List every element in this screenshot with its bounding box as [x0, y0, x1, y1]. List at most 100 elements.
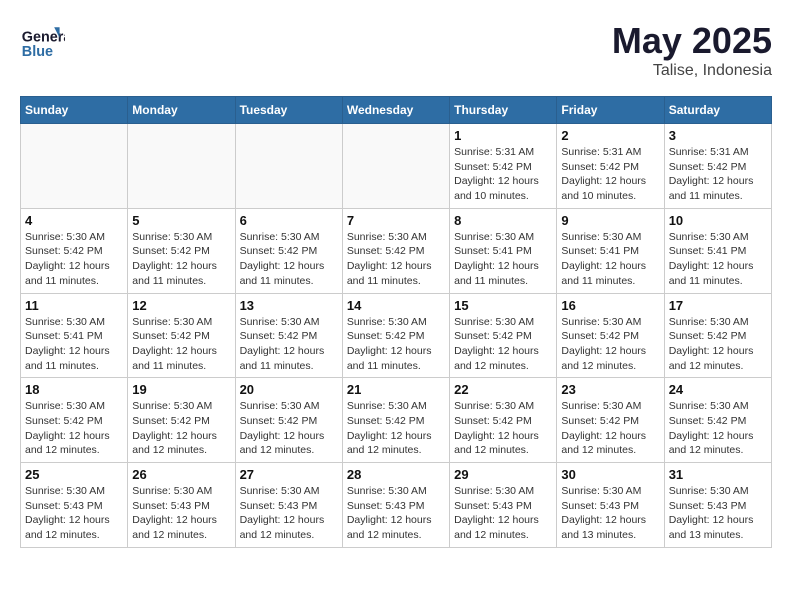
day-number: 5 [132, 213, 230, 228]
day-info: Sunrise: 5:30 AMSunset: 5:42 PMDaylight:… [347, 315, 445, 374]
day-number: 13 [240, 298, 338, 313]
day-info: Sunrise: 5:30 AMSunset: 5:41 PMDaylight:… [454, 230, 552, 289]
day-number: 11 [25, 298, 123, 313]
calendar-cell: 4 Sunrise: 5:30 AMSunset: 5:42 PMDaylight… [21, 208, 128, 293]
day-number: 18 [25, 382, 123, 397]
calendar-cell: 22 Sunrise: 5:30 AMSunset: 5:42 PMDayligh… [450, 378, 557, 463]
day-number: 27 [240, 467, 338, 482]
calendar-header-row: SundayMondayTuesdayWednesdayThursdayFrid… [21, 97, 772, 124]
day-number: 16 [561, 298, 659, 313]
day-info: Sunrise: 5:30 AMSunset: 5:41 PMDaylight:… [25, 315, 123, 374]
calendar-cell: 8Sunrise: 5:30 AMSunset: 5:41 PMDaylight… [450, 208, 557, 293]
day-number: 19 [132, 382, 230, 397]
day-info: Sunrise: 5:30 AMSunset: 5:43 PMDaylight:… [240, 484, 338, 543]
calendar-cell [342, 124, 449, 209]
calendar-week-row: 18 Sunrise: 5:30 AMSunset: 5:42 PMDayligh… [21, 378, 772, 463]
calendar-cell: 24 Sunrise: 5:30 AMSunset: 5:42 PMDayligh… [664, 378, 771, 463]
day-info: Sunrise: 5:30 AMSunset: 5:42 PMDaylight:… [347, 230, 445, 289]
svg-text:Blue: Blue [22, 44, 53, 60]
day-info: Sunrise: 5:30 AMSunset: 5:43 PMDaylight:… [132, 484, 230, 543]
day-number: 6 [240, 213, 338, 228]
calendar-cell: 31 Sunrise: 5:30 AMSunset: 5:43 PMDayligh… [664, 463, 771, 548]
calendar-cell: 3Sunrise: 5:31 AMSunset: 5:42 PMDaylight… [664, 124, 771, 209]
column-header-monday: Monday [128, 97, 235, 124]
calendar-cell: 6 Sunrise: 5:30 AMSunset: 5:42 PMDaylight… [235, 208, 342, 293]
calendar-cell: 11 Sunrise: 5:30 AMSunset: 5:41 PMDayligh… [21, 293, 128, 378]
calendar-week-row: 25Sunrise: 5:30 AMSunset: 5:43 PMDayligh… [21, 463, 772, 548]
calendar-cell: 9 Sunrise: 5:30 AMSunset: 5:41 PMDaylight… [557, 208, 664, 293]
calendar-cell: 23Sunrise: 5:30 AMSunset: 5:42 PMDayligh… [557, 378, 664, 463]
calendar-cell: 26 Sunrise: 5:30 AMSunset: 5:43 PMDayligh… [128, 463, 235, 548]
day-info: Sunrise: 5:30 AMSunset: 5:43 PMDaylight:… [347, 484, 445, 543]
calendar-cell: 2 Sunrise: 5:31 AMSunset: 5:42 PMDaylight… [557, 124, 664, 209]
calendar-cell: 10 Sunrise: 5:30 AMSunset: 5:41 PMDayligh… [664, 208, 771, 293]
day-info: Sunrise: 5:30 AMSunset: 5:42 PMDaylight:… [561, 315, 659, 374]
day-info: Sunrise: 5:30 AMSunset: 5:43 PMDaylight:… [669, 484, 767, 543]
calendar-cell [128, 124, 235, 209]
day-number: 15 [454, 298, 552, 313]
column-header-thursday: Thursday [450, 97, 557, 124]
day-info: Sunrise: 5:30 AMSunset: 5:43 PMDaylight:… [561, 484, 659, 543]
day-info: Sunrise: 5:30 AMSunset: 5:42 PMDaylight:… [240, 399, 338, 458]
column-header-friday: Friday [557, 97, 664, 124]
column-header-sunday: Sunday [21, 97, 128, 124]
page-header: General Blue May 2025 Talise, Indonesia [20, 20, 772, 80]
day-number: 22 [454, 382, 552, 397]
calendar-cell: 15 Sunrise: 5:30 AMSunset: 5:42 PMDayligh… [450, 293, 557, 378]
day-info: Sunrise: 5:30 AMSunset: 5:41 PMDaylight:… [561, 230, 659, 289]
day-info: Sunrise: 5:30 AMSunset: 5:42 PMDaylight:… [561, 399, 659, 458]
calendar-cell: 16 Sunrise: 5:30 AMSunset: 5:42 PMDayligh… [557, 293, 664, 378]
month-title: May 2025 [612, 20, 772, 62]
column-header-tuesday: Tuesday [235, 97, 342, 124]
calendar-cell: 7 Sunrise: 5:30 AMSunset: 5:42 PMDaylight… [342, 208, 449, 293]
day-number: 10 [669, 213, 767, 228]
day-number: 12 [132, 298, 230, 313]
day-info: Sunrise: 5:30 AMSunset: 5:42 PMDaylight:… [669, 399, 767, 458]
calendar-cell [21, 124, 128, 209]
day-number: 2 [561, 128, 659, 143]
day-info: Sunrise: 5:30 AMSunset: 5:42 PMDaylight:… [240, 230, 338, 289]
day-info: Sunrise: 5:30 AMSunset: 5:42 PMDaylight:… [454, 315, 552, 374]
day-info: Sunrise: 5:30 AMSunset: 5:41 PMDaylight:… [669, 230, 767, 289]
column-header-wednesday: Wednesday [342, 97, 449, 124]
calendar-cell: 20 Sunrise: 5:30 AMSunset: 5:42 PMDayligh… [235, 378, 342, 463]
calendar-cell: 13Sunrise: 5:30 AMSunset: 5:42 PMDayligh… [235, 293, 342, 378]
day-number: 31 [669, 467, 767, 482]
day-number: 26 [132, 467, 230, 482]
calendar-cell: 28 Sunrise: 5:30 AMSunset: 5:43 PMDayligh… [342, 463, 449, 548]
logo-icon: General Blue [20, 20, 65, 65]
calendar-cell: 18 Sunrise: 5:30 AMSunset: 5:42 PMDayligh… [21, 378, 128, 463]
calendar-cell: 5Sunrise: 5:30 AMSunset: 5:42 PMDaylight… [128, 208, 235, 293]
calendar-cell: 19 Sunrise: 5:30 AMSunset: 5:42 PMDayligh… [128, 378, 235, 463]
calendar-cell: 21 Sunrise: 5:30 AMSunset: 5:42 PMDayligh… [342, 378, 449, 463]
location: Talise, Indonesia [612, 62, 772, 80]
calendar-cell: 27 Sunrise: 5:30 AMSunset: 5:43 PMDayligh… [235, 463, 342, 548]
calendar-cell: 1Sunrise: 5:31 AMSunset: 5:42 PMDaylight… [450, 124, 557, 209]
day-number: 30 [561, 467, 659, 482]
calendar-cell: 17Sunrise: 5:30 AMSunset: 5:42 PMDayligh… [664, 293, 771, 378]
day-number: 9 [561, 213, 659, 228]
calendar-cell: 14 Sunrise: 5:30 AMSunset: 5:42 PMDayligh… [342, 293, 449, 378]
day-number: 14 [347, 298, 445, 313]
title-section: May 2025 Talise, Indonesia [612, 20, 772, 80]
day-info: Sunrise: 5:30 AMSunset: 5:42 PMDaylight:… [132, 315, 230, 374]
day-info: Sunrise: 5:30 AMSunset: 5:42 PMDaylight:… [347, 399, 445, 458]
day-number: 28 [347, 467, 445, 482]
day-info: Sunrise: 5:30 AMSunset: 5:42 PMDaylight:… [132, 399, 230, 458]
calendar-cell: 29Sunrise: 5:30 AMSunset: 5:43 PMDayligh… [450, 463, 557, 548]
day-number: 7 [347, 213, 445, 228]
day-info: Sunrise: 5:30 AMSunset: 5:42 PMDaylight:… [454, 399, 552, 458]
day-number: 20 [240, 382, 338, 397]
day-info: Sunrise: 5:30 AMSunset: 5:42 PMDaylight:… [25, 399, 123, 458]
logo: General Blue [20, 20, 69, 65]
calendar-week-row: 4 Sunrise: 5:30 AMSunset: 5:42 PMDaylight… [21, 208, 772, 293]
day-number: 21 [347, 382, 445, 397]
calendar-cell: 25Sunrise: 5:30 AMSunset: 5:43 PMDayligh… [21, 463, 128, 548]
day-info: Sunrise: 5:31 AMSunset: 5:42 PMDaylight:… [561, 145, 659, 204]
day-number: 17 [669, 298, 767, 313]
calendar-week-row: 11 Sunrise: 5:30 AMSunset: 5:41 PMDayligh… [21, 293, 772, 378]
day-number: 4 [25, 213, 123, 228]
day-info: Sunrise: 5:31 AMSunset: 5:42 PMDaylight:… [669, 145, 767, 204]
day-info: Sunrise: 5:30 AMSunset: 5:42 PMDaylight:… [25, 230, 123, 289]
day-number: 24 [669, 382, 767, 397]
